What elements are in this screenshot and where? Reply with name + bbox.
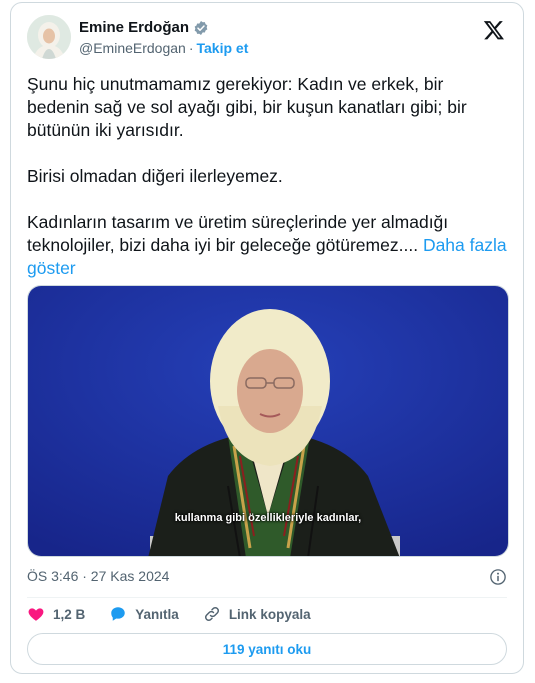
reply-label: Yanıtla <box>135 606 179 622</box>
like-button[interactable]: 1,2 B <box>27 605 85 623</box>
author-handle[interactable]: @EmineErdogan <box>79 40 186 56</box>
timestamp[interactable]: ÖS 3:46 · 27 Kas 2024 <box>27 568 169 584</box>
tweet-paragraph: Birisi olmadan diğeri ilerleyemez. <box>27 166 283 186</box>
avatar[interactable] <box>27 15 71 59</box>
read-replies-button[interactable]: 119 yanıtı oku <box>27 633 507 665</box>
verified-badge-icon <box>194 20 208 35</box>
copy-link-label: Link kopyala <box>228 606 311 622</box>
tweet-paragraph-last: Kadınların tasarım ve üretim süreçlerind… <box>27 211 509 280</box>
tweet-paragraph: Şunu hiç unutmamamız gerekiyor: Kadın ve… <box>27 74 467 140</box>
timestamp-row: ÖS 3:46 · 27 Kas 2024 <box>27 568 507 588</box>
read-replies-label: 119 yanıtı oku <box>222 641 312 657</box>
video-media[interactable]: kullanma gibi özellikleriyle kadınlar, <box>27 285 509 557</box>
info-icon[interactable] <box>489 568 507 586</box>
reply-bubble-icon <box>111 607 126 621</box>
tweet-card: Emine Erdoğan @EmineErdogan · Takip et Ş… <box>10 2 524 674</box>
author-name-row: Emine Erdoğan <box>79 19 248 36</box>
copy-link-button[interactable]: Link kopyala <box>203 605 311 623</box>
handle-row: @EmineErdogan · Takip et <box>79 40 248 56</box>
link-icon <box>204 606 219 622</box>
tweet-header: Emine Erdoğan @EmineErdogan · Takip et <box>27 15 509 63</box>
reply-button[interactable]: Yanıtla <box>109 605 179 623</box>
heart-icon <box>28 608 44 621</box>
avatar-image <box>27 15 71 59</box>
follow-button[interactable]: Takip et <box>197 40 249 56</box>
x-logo-icon[interactable] <box>483 19 505 41</box>
like-count: 1,2 B <box>53 606 86 622</box>
author-name[interactable]: Emine Erdoğan <box>79 19 189 36</box>
action-bar: 1,2 B Yanıtla Link kopyala <box>27 603 507 625</box>
author-info: Emine Erdoğan @EmineErdogan · Takip et <box>79 19 248 56</box>
tweet-text: Şunu hiç unutmamamız gerekiyor: Kadın ve… <box>27 73 509 280</box>
divider <box>27 597 507 598</box>
tweet-paragraph-text: Kadınların tasarım ve üretim süreçlerind… <box>27 212 449 255</box>
separator-dot: · <box>188 40 194 56</box>
video-caption: kullanma gibi özellikleriyle kadınlar, <box>174 512 362 524</box>
